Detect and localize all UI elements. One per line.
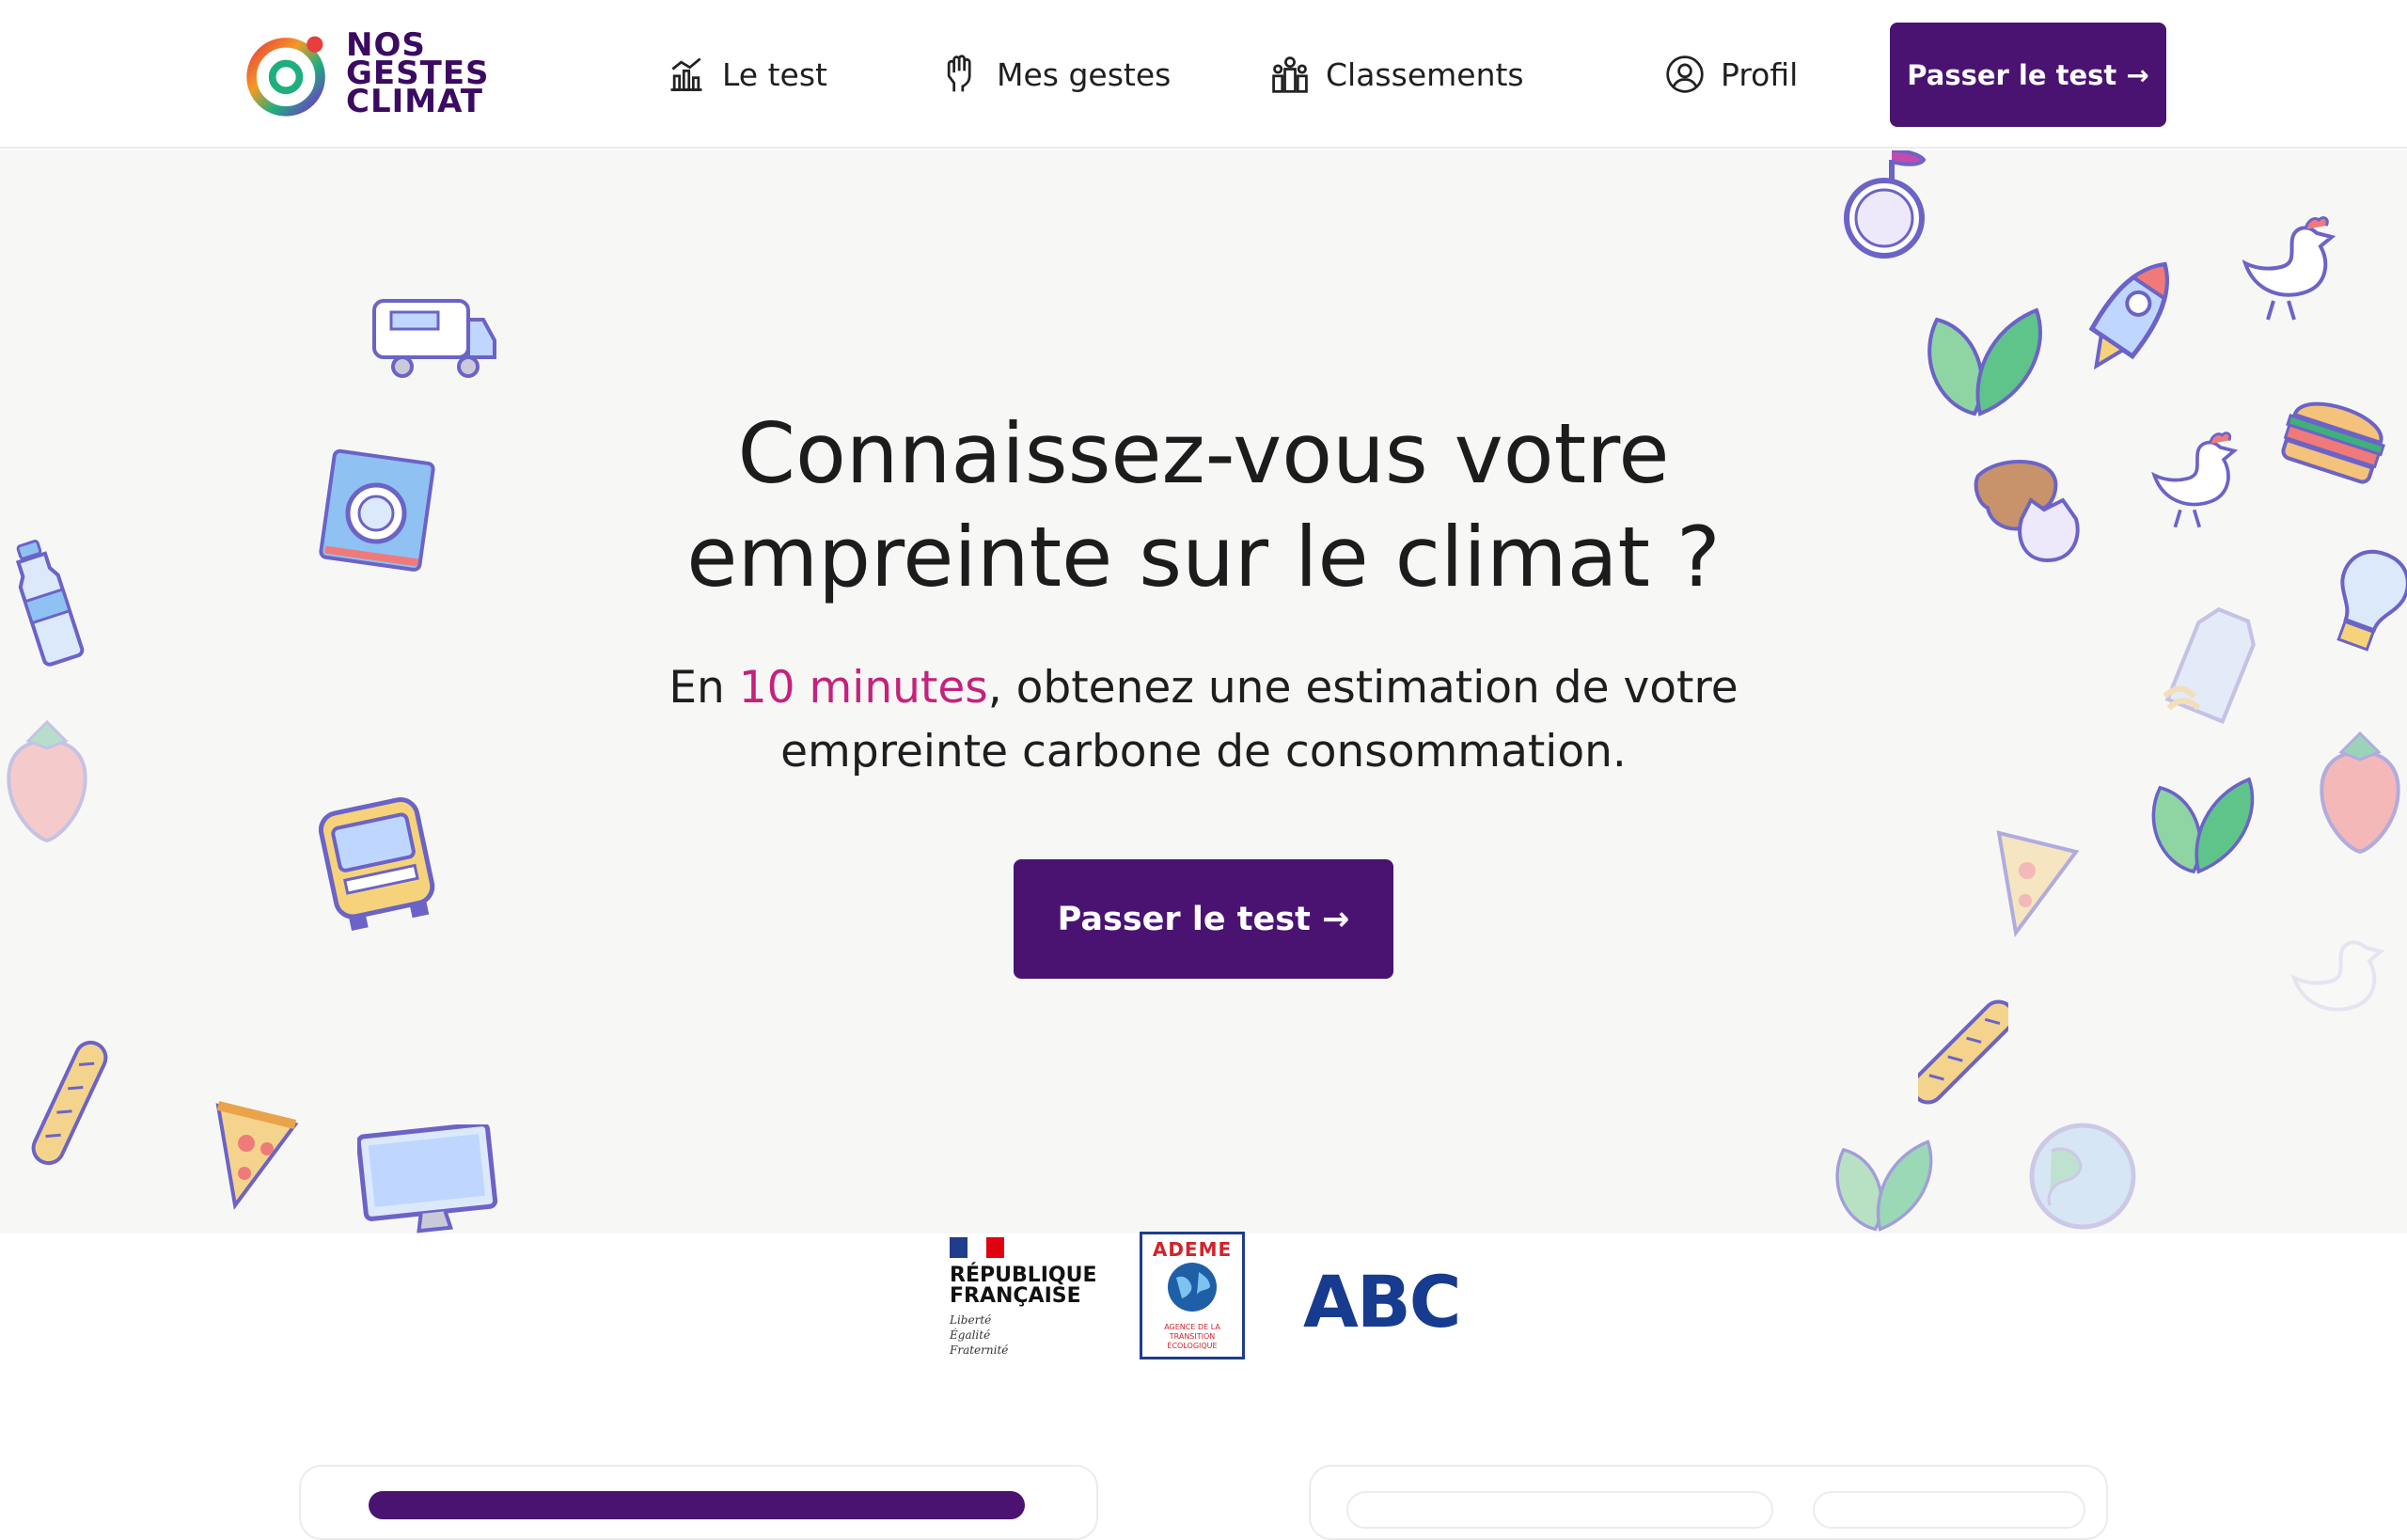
nav-le-test-label: Le test xyxy=(722,55,827,93)
globe-icon xyxy=(2029,1123,2136,1230)
chicken-icon xyxy=(2290,940,2385,1012)
nav-mes-gestes-label: Mes gestes xyxy=(997,55,1172,93)
hero-subtitle-line2: empreinte carbone de consommation. xyxy=(780,726,1627,778)
ademe-globe-icon xyxy=(1168,1263,1217,1312)
chicken-icon xyxy=(2242,216,2336,321)
header-cta-button[interactable]: Passer le test → xyxy=(1890,23,2166,127)
nav-classements-label: Classements xyxy=(1326,55,1524,93)
card-right-pill-1[interactable] xyxy=(1346,1491,1773,1529)
camper-van-icon xyxy=(372,299,496,378)
hero-subtitle-prefix: En xyxy=(669,662,739,714)
leaves-icon xyxy=(1835,1139,1933,1232)
user-circle-icon xyxy=(1666,55,1704,93)
hero-subtitle-rest: , obtenez une estimation de votre xyxy=(987,662,1738,714)
card-right-pill-2[interactable] xyxy=(1813,1491,2085,1529)
site-header: NOS GESTES CLIMAT Le test Mes gestes Cla… xyxy=(0,0,2407,149)
hero-title-line1: Connaissez-vous votre xyxy=(737,405,1670,502)
nav-le-test[interactable]: Le test xyxy=(666,49,827,100)
nav-profil[interactable]: Profil xyxy=(1664,49,1798,100)
ademe-subtitle: AGENCE DE LA TRANSITION ÉCOLOGIQUE xyxy=(1164,1323,1220,1350)
baguette-icon xyxy=(31,1040,108,1166)
nav-profil-label: Profil xyxy=(1721,55,1799,93)
logo-mark-icon xyxy=(246,36,325,117)
hero-subtitle-highlight: 10 minutes xyxy=(738,662,988,714)
nav-classements[interactable]: Classements xyxy=(1269,49,1524,100)
group-icon xyxy=(1272,56,1308,93)
baguette-icon xyxy=(1918,999,2008,1105)
hero-cta-button[interactable]: Passer le test → xyxy=(1014,859,1393,979)
burger-icon xyxy=(70,1226,182,1234)
rf-title: RÉPUBLIQUE FRANÇAISE xyxy=(950,1264,1097,1308)
chart-icon xyxy=(670,57,702,91)
hero-title-line2: empreinte sur le climat ? xyxy=(686,509,1721,605)
bus-icon xyxy=(318,797,435,931)
hero-subtitle: En 10 minutes, obtenez une estimation de… xyxy=(0,656,2407,784)
rf-motto: Liberté Égalité Fraternité xyxy=(950,1313,1009,1357)
french-flag-icon xyxy=(950,1237,1004,1258)
ademe-title: ADEME xyxy=(1152,1238,1233,1261)
ademe-logo[interactable]: ADEME AGENCE DE LA TRANSITION ÉCOLOGIQUE xyxy=(1140,1232,1245,1359)
card-left-button[interactable] xyxy=(369,1491,1025,1519)
logo-text: NOS GESTES CLIMAT xyxy=(346,26,490,120)
unicycle-icon xyxy=(1844,150,1927,259)
pizza-slice-icon xyxy=(1996,830,2080,937)
hero-section: Connaissez-vous votre empreinte sur le c… xyxy=(0,150,2407,1234)
republique-francaise-logo[interactable]: RÉPUBLIQUE FRANÇAISE Liberté Égalité Fra… xyxy=(950,1237,1097,1358)
abc-logo[interactable]: ABC xyxy=(1303,1260,1462,1344)
pizza-slice-icon xyxy=(215,1101,299,1210)
hand-icon xyxy=(947,55,971,92)
leaves-icon xyxy=(2151,777,2255,874)
monitor-icon xyxy=(357,1124,498,1234)
nav-mes-gestes[interactable]: Mes gestes xyxy=(940,49,1171,100)
hero-title: Connaissez-vous votre empreinte sur le c… xyxy=(0,402,2407,609)
logo[interactable]: NOS GESTES CLIMAT xyxy=(243,26,490,120)
rocket-icon xyxy=(2088,261,2169,370)
